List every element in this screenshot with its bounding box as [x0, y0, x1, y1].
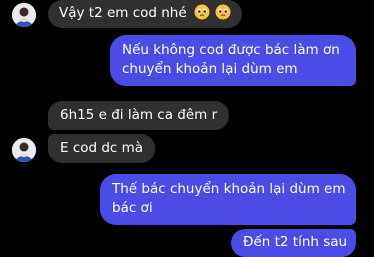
message-text: 6h15 e đi làm ca đêm r	[60, 107, 218, 123]
contact-avatar-icon[interactable]	[12, 3, 36, 27]
message-text-line: chuyển khoản lại dùm em	[122, 61, 298, 77]
chat-thread: Vậy t2 em cod nhé Nếu không cod được bác…	[0, 0, 374, 257]
message-bubble-incoming[interactable]: 6h15 e đi làm ca đêm r	[48, 101, 230, 130]
message-text: Vậy t2 em cod nhé	[59, 5, 187, 21]
contact-avatar-icon[interactable]	[12, 138, 36, 162]
message-bubble-incoming[interactable]: Vậy t2 em cod nhé	[48, 0, 243, 28]
message-bubble-outgoing[interactable]: Nếu không cod được bác làm ơn chuyển kho…	[110, 35, 356, 86]
pleading-face-emoji	[194, 4, 210, 26]
message-text-line: Thế bác chuyển khoản lại dùm em	[112, 181, 346, 197]
message-bubble-incoming[interactable]: E cod dc mà	[48, 134, 156, 163]
message-bubble-outgoing[interactable]: Đến t2 tính sau	[231, 229, 356, 257]
message-text-line: bác ơi	[112, 200, 153, 216]
message-bubble-outgoing[interactable]: Thế bác chuyển khoản lại dùm em bác ơi	[100, 174, 356, 225]
message-text: Đến t2 tính sau	[243, 234, 348, 250]
message-text: E cod dc mà	[60, 140, 144, 156]
pleading-face-emoji	[215, 4, 231, 26]
message-text-line: Nếu không cod được bác làm ơn	[122, 42, 340, 58]
